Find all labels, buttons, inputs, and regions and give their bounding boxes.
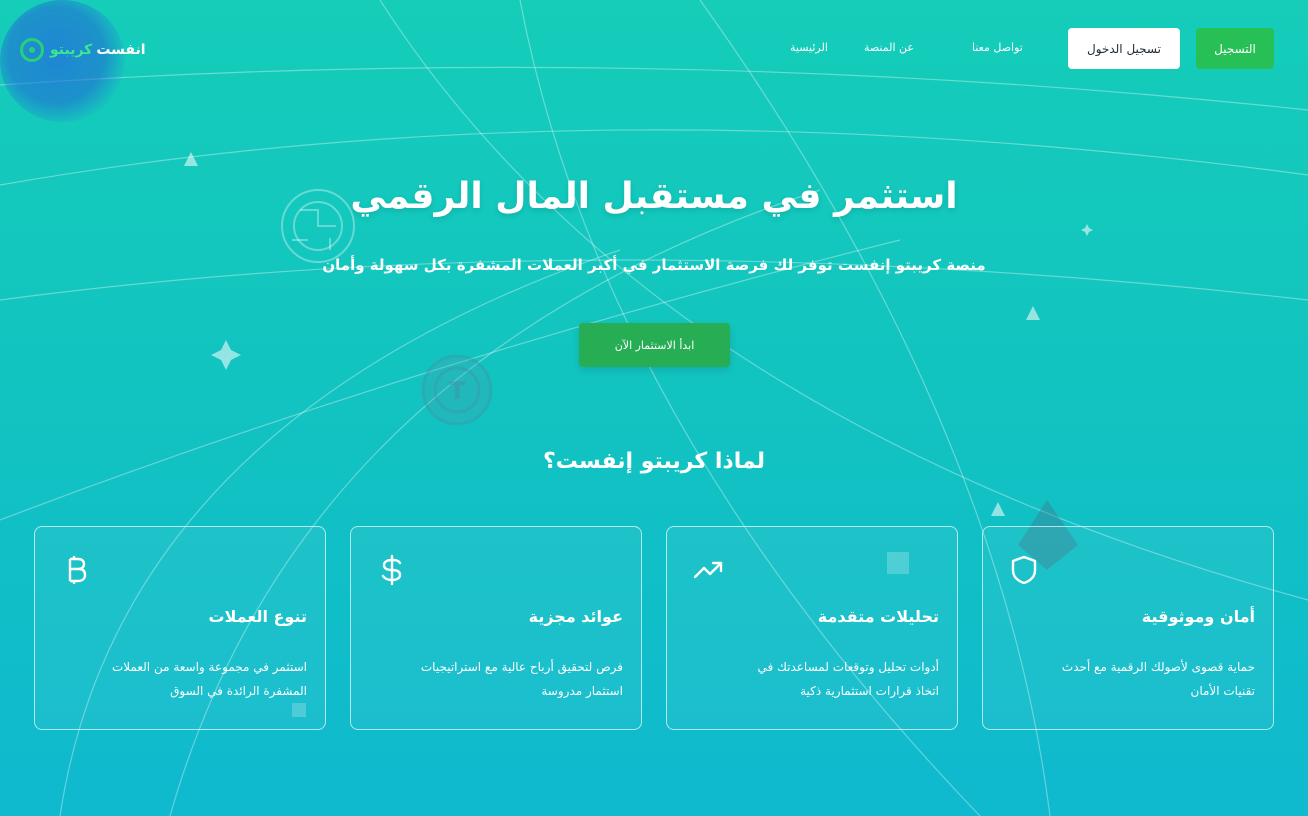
card-desc: أدوات تحليل وتوقعات لمساعدتك في اتخاذ قر… xyxy=(689,655,939,703)
shield-icon xyxy=(1011,555,1037,585)
card-desc: استثمر في مجموعة واسعة من العملات المشفر… xyxy=(57,655,307,703)
card-desc-line2: المشفرة الرائدة في السوق xyxy=(170,684,307,698)
dollar-icon xyxy=(381,554,402,586)
card-desc-line1: استثمر في مجموعة واسعة من العملات xyxy=(111,660,307,674)
hero-subtitle: منصة كريبتو إنفست توفر لك فرصة الاستثمار… xyxy=(322,256,986,274)
nav-about[interactable]: عن المنصة xyxy=(864,41,914,54)
bitcoin-icon xyxy=(68,556,87,584)
nav-contact[interactable]: تواصل معنا xyxy=(972,41,1023,54)
hero-title: استثمر في مستقبل المال الرقمي xyxy=(350,176,958,217)
card-desc-line2: تقنيات الأمان xyxy=(1190,684,1256,698)
feature-card-security: أمان وموثوقية حماية قصوى لأصولك الرقمية … xyxy=(982,526,1274,730)
card-desc-line2: استثمار مدروسة xyxy=(541,684,623,698)
card-title: أمان وموثوقية xyxy=(1141,607,1255,626)
svg-text:T: T xyxy=(449,377,466,405)
card-desc-line1: حماية قصوى لأصولك الرقمية مع أحدث xyxy=(1061,660,1255,674)
card-title-wrap: تنوع العملات xyxy=(57,607,307,626)
register-button[interactable]: التسجيل xyxy=(1196,28,1274,69)
card-desc-line2: اتخاذ قرارات استثمارية ذكية xyxy=(800,684,939,698)
nav-home[interactable]: الرئيسية xyxy=(790,41,828,54)
feature-card-returns: عوائد مجزية فرص لتحقيق أرباح عالية مع اس… xyxy=(350,526,642,730)
card-title-wrap: تحليلات متقدمة xyxy=(689,607,939,626)
card-desc: حماية قصوى لأصولك الرقمية مع أحدث تقنيات… xyxy=(1005,655,1255,703)
feature-card-analytics: تحليلات متقدمة أدوات تحليل وتوقعات لمساع… xyxy=(666,526,958,730)
card-desc-line1: أدوات تحليل وتوقعات لمساعدتك في xyxy=(757,660,939,674)
card-title-wrap: أمان وموثوقية xyxy=(1005,607,1255,626)
why-section-title: لماذا كريبتو إنفست؟ xyxy=(543,449,765,474)
card-title: تحليلات متقدمة xyxy=(817,607,939,626)
card-title: تنوع العملات xyxy=(208,607,307,626)
trending-up-icon xyxy=(693,561,723,579)
card-desc-line1: فرص لتحقيق أرباح عالية مع استراتيجيات xyxy=(420,660,623,674)
feature-card-currencies: تنوع العملات استثمر في مجموعة واسعة من ا… xyxy=(34,526,326,730)
card-desc: فرص لتحقيق أرباح عالية مع استراتيجيات اس… xyxy=(373,655,623,703)
login-button[interactable]: تسجيل الدخول xyxy=(1068,28,1180,69)
start-investing-button[interactable]: ابدأ الاستثمار الآن xyxy=(579,323,730,367)
card-title-wrap: عوائد مجزية xyxy=(373,607,623,626)
site-header: انفست كريبتو الرئيسية عن المنصة تواصل مع… xyxy=(0,0,1308,122)
card-title: عوائد مجزية xyxy=(528,607,623,626)
